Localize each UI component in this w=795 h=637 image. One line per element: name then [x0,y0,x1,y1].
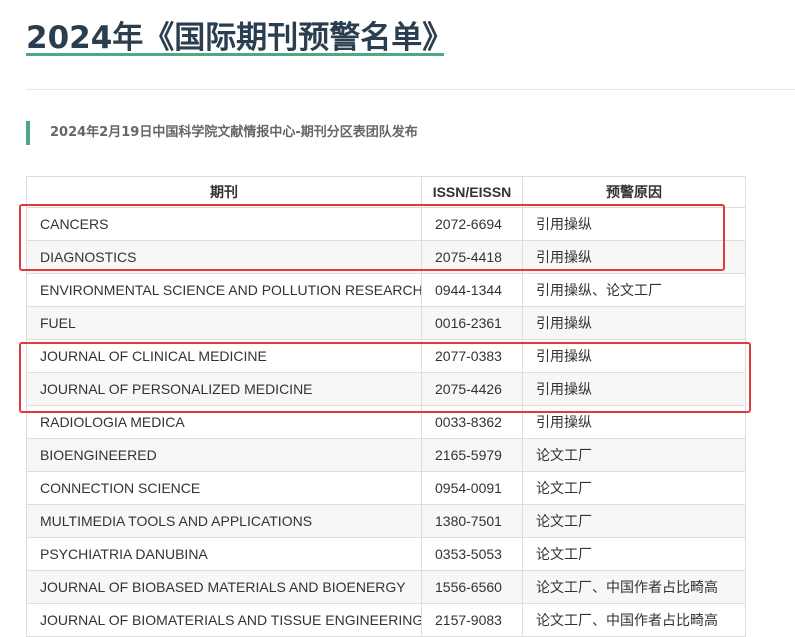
issn-cell: 2075-4418 [421,240,523,274]
reason-cell: 论文工厂、中国作者占比畸高 [522,570,746,604]
issn-cell: 1556-6560 [421,570,523,604]
table-row: ENVIRONMENTAL SCIENCE AND POLLUTION RESE… [26,273,746,307]
table-row: JOURNAL OF CLINICAL MEDICINE 2077-0383 引用操… [26,339,746,373]
title-underline [26,53,444,56]
subtitle-accent-bar [26,121,30,145]
reason-cell: 引用操纵 [522,240,746,274]
reason-cell: 论文工厂 [522,504,746,538]
reason-cell: 论文工厂 [522,438,746,472]
table-row: JOURNAL OF BIOMATERIALS AND TISSUE ENGIN… [26,603,746,637]
reason-cell: 引用操纵 [522,405,746,439]
issn-cell: 0353-5053 [421,537,523,571]
section-divider [26,89,795,90]
issn-cell: 2157-9083 [421,603,523,637]
journal-cell: JOURNAL OF CLINICAL MEDICINE [26,339,422,373]
journal-cell: PSYCHIATRIA DANUBINA [26,537,422,571]
reason-cell: 论文工厂 [522,537,746,571]
journal-cell: DIAGNOSTICS [26,240,422,274]
journal-cell: CANCERS [26,207,422,241]
issn-cell: 0016-2361 [421,306,523,340]
journal-cell: JOURNAL OF BIOMATERIALS AND TISSUE ENGIN… [26,603,422,637]
table-row: MULTIMEDIA TOOLS AND APPLICATIONS 1380-75… [26,504,746,538]
table-row: DIAGNOSTICS 2075-4418 引用操纵 [26,240,746,274]
journal-cell: RADIOLOGIA MEDICA [26,405,422,439]
issn-cell: 0944-1344 [421,273,523,307]
issn-cell: 2077-0383 [421,339,523,373]
journal-cell: JOURNAL OF PERSONALIZED MEDICINE [26,372,422,406]
table-row: JOURNAL OF PERSONALIZED MEDICINE 2075-442… [26,372,746,406]
issn-cell: 0954-0091 [421,471,523,505]
reason-cell: 引用操纵 [522,207,746,241]
issn-cell: 0033-8362 [421,405,523,439]
header-issn: ISSN/EISSN [421,176,523,208]
table-row: CONNECTION SCIENCE 0954-0091 论文工厂 [26,471,746,505]
table-row: PSYCHIATRIA DANUBINA 0353-5053 论文工厂 [26,537,746,571]
issn-cell: 2072-6694 [421,207,523,241]
header-journal: 期刊 [26,176,422,208]
issn-cell: 1380-7501 [421,504,523,538]
journal-cell: FUEL [26,306,422,340]
issn-cell: 2165-5979 [421,438,523,472]
journal-cell: MULTIMEDIA TOOLS AND APPLICATIONS [26,504,422,538]
table-row: CANCERS 2072-6694 引用操纵 [26,207,746,241]
table-row: BIOENGINEERED 2165-5979 论文工厂 [26,438,746,472]
journal-cell: ENVIRONMENTAL SCIENCE AND POLLUTION RESE… [26,273,422,307]
table-row: JOURNAL OF BIOBASED MATERIALS AND BIOENE… [26,570,746,604]
header-reason: 预警原因 [522,176,746,208]
reason-cell: 论文工厂、中国作者占比畸高 [522,603,746,637]
table-row: FUEL 0016-2361 引用操纵 [26,306,746,340]
issn-cell: 2075-4426 [421,372,523,406]
journal-cell: CONNECTION SCIENCE [26,471,422,505]
journal-cell: JOURNAL OF BIOBASED MATERIALS AND BIOENE… [26,570,422,604]
journal-cell: BIOENGINEERED [26,438,422,472]
reason-cell: 引用操纵 [522,372,746,406]
reason-cell: 引用操纵 [522,339,746,373]
reason-cell: 引用操纵、论文工厂 [522,273,746,307]
reason-cell: 论文工厂 [522,471,746,505]
reason-cell: 引用操纵 [522,306,746,340]
subtitle: 2024年2月19日中国科学院文献情报中心-期刊分区表团队发布 [50,125,418,140]
table-header-row: 期刊 ISSN/EISSN 预警原因 [26,176,746,208]
table-row: RADIOLOGIA MEDICA 0033-8362 引用操纵 [26,405,746,439]
journal-warning-table: 期刊 ISSN/EISSN 预警原因 CANCERS 2072-6694 引用操纵 D… [26,176,746,637]
